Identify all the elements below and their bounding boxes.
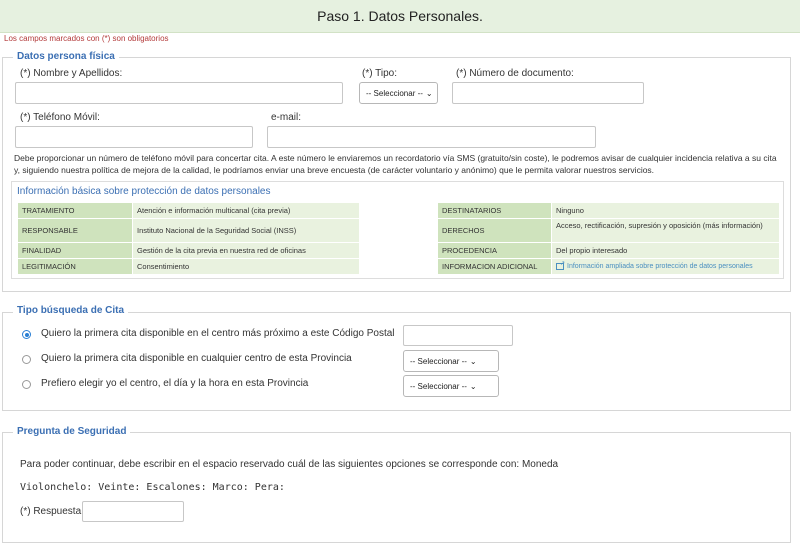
data-protection-title: Información básica sobre protección de d… <box>17 186 271 197</box>
document-number-label: (*) Número de documento: <box>456 68 574 79</box>
dp-value-finalidad: Gestión de la cita previa en nuestra red… <box>133 243 359 258</box>
dp-key-tratamiento: TRATAMIENTO <box>18 203 132 218</box>
radio-choose-center[interactable] <box>22 380 31 389</box>
dp-value-tratamiento: Atención e información multicanal (cita … <box>133 203 359 218</box>
province-select-value: -- Seleccionar -- <box>410 382 467 391</box>
option-choose-center-label: Prefiero elegir yo el centro, el día y l… <box>41 378 309 389</box>
option-postal-code-label: Quiero la primera cita disponible en el … <box>41 328 395 339</box>
postal-code-input[interactable] <box>403 325 513 346</box>
chevron-down-icon: ⌄ <box>425 89 433 98</box>
dp-value-legitimacion: Consentimiento <box>133 259 359 274</box>
email-label: e-mail: <box>271 112 302 123</box>
security-options-text: Violonchelo: Veinte: Escalones: Marco: P… <box>20 482 285 493</box>
dp-key-finalidad: FINALIDAD <box>18 243 132 258</box>
dp-value-informacion-adicional[interactable]: ↗ Información ampliada sobre protección d… <box>552 259 779 274</box>
chevron-down-icon: ⌄ <box>469 357 477 366</box>
option-any-center-label: Quiero la primera cita disponible en cua… <box>41 353 352 364</box>
radio-any-center-province[interactable] <box>22 355 31 364</box>
email-input[interactable] <box>267 126 596 148</box>
document-type-select[interactable]: -- Seleccionar -- ⌄ <box>359 82 438 104</box>
phone-info-text: Debe proporcionar un número de teléfono … <box>14 153 777 175</box>
answer-input[interactable] <box>82 501 184 522</box>
province-select-choose-center[interactable]: -- Seleccionar -- ⌄ <box>403 375 499 397</box>
name-label: (*) Nombre y Apellidos: <box>20 68 123 79</box>
document-type-value: -- Seleccionar -- <box>366 89 423 98</box>
dp-value-derechos: Acceso, rectificación, supresión y oposi… <box>552 219 779 242</box>
personal-data-legend: Datos persona física <box>13 51 119 62</box>
page-header: Paso 1. Datos Personales. <box>0 0 800 33</box>
province-select-any-center[interactable]: -- Seleccionar -- ⌄ <box>403 350 499 372</box>
phone-label: (*) Teléfono Móvil: <box>20 112 100 123</box>
dp-value-procedencia: Del propio interesado <box>552 243 779 258</box>
dp-key-procedencia: PROCEDENCIA <box>438 243 551 258</box>
required-fields-note: Los campos marcados con (*) son obligato… <box>4 34 169 43</box>
dp-value-responsable: Instituto Nacional de la Seguridad Socia… <box>133 219 359 242</box>
phone-input[interactable] <box>15 126 253 148</box>
dp-key-legitimacion: LEGITIMACIÓN <box>18 259 132 274</box>
additional-info-link[interactable]: Información ampliada sobre protección de… <box>567 263 753 270</box>
name-input[interactable] <box>15 82 343 104</box>
dp-key-derechos: DERECHOS <box>438 219 551 242</box>
province-select-value: -- Seleccionar -- <box>410 357 467 366</box>
radio-postal-code[interactable] <box>22 330 31 339</box>
chevron-down-icon: ⌄ <box>469 382 477 391</box>
dp-key-responsable: RESPONSABLE <box>18 219 132 242</box>
security-question-legend: Pregunta de Seguridad <box>13 426 131 437</box>
external-link-icon: ↗ <box>556 261 565 270</box>
answer-label: (*) Respuesta: <box>20 506 84 517</box>
dp-key-destinatarios: DESTINATARIOS <box>438 203 551 218</box>
security-instruction: Para poder continuar, debe escribir en e… <box>20 459 559 470</box>
document-number-input[interactable] <box>452 82 644 104</box>
page-title: Paso 1. Datos Personales. <box>317 8 483 24</box>
document-type-label: (*) Tipo: <box>362 68 398 79</box>
search-type-legend: Tipo búsqueda de Cita <box>13 305 129 316</box>
dp-value-destinatarios: Ninguno <box>552 203 779 218</box>
dp-key-informacion-adicional: INFORMACION ADICIONAL <box>438 259 551 274</box>
